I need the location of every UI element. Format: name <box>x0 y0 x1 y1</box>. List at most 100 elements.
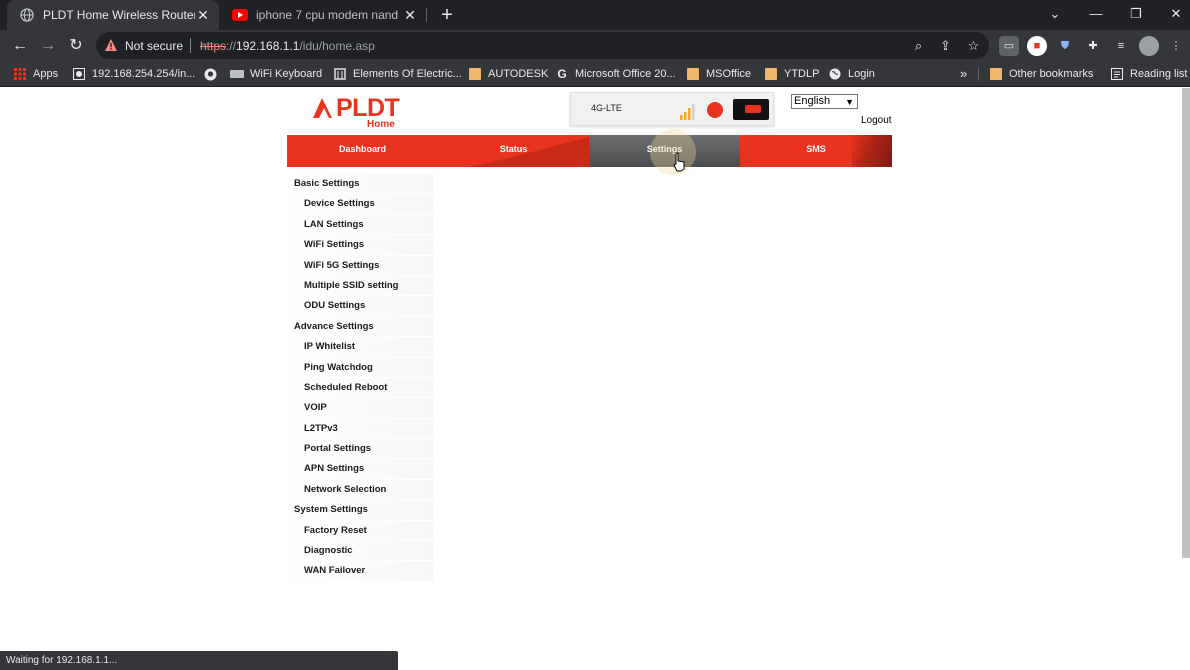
sidebar-heading-basic-settings[interactable]: Basic Settings <box>287 174 433 195</box>
minimize-icon[interactable]: — <box>1082 4 1110 24</box>
keyboard-icon <box>230 67 244 81</box>
browser-window: PLDT Home Wireless Router ✕ iphone 7 cpu… <box>0 0 1190 670</box>
menu-kebab-icon[interactable]: ⋮ <box>1166 36 1186 56</box>
folder-icon <box>989 67 1003 81</box>
bookmark-elements-of-electric[interactable]: Elements Of Electric... <box>333 66 462 82</box>
reading-list[interactable]: Reading list <box>1110 66 1187 82</box>
sidebar-item-multiple-ssid[interactable]: Multiple SSID setting <box>287 275 433 297</box>
sidebar-heading-advance-settings[interactable]: Advance Settings <box>287 316 433 338</box>
sidebar-item-voip[interactable]: VOIP <box>287 398 433 419</box>
sidebar-item-odu-settings[interactable]: ODU Settings <box>287 296 433 317</box>
sidebar-item-wifi-5g-settings[interactable]: WiFi 5G Settings <box>287 255 433 276</box>
pldt-service-icon <box>707 102 723 118</box>
tab-separator <box>426 8 427 22</box>
sidebar-item-factory-reset[interactable]: Factory Reset <box>287 520 433 542</box>
sidebar-item-portal-settings[interactable]: Portal Settings <box>287 439 433 460</box>
sidebar-item-ip-whitelist[interactable]: IP Whitelist <box>287 337 433 358</box>
chevron-down-icon: ▼ <box>845 97 854 107</box>
reload-icon[interactable]: ↻ <box>65 35 87 57</box>
close-window-icon[interactable]: ✕ <box>1162 4 1190 24</box>
address-bar[interactable]: Not secure https://192.168.1.1/idu/home.… <box>96 32 989 59</box>
sidebar-item-l2tpv3[interactable]: L2TPv3 <box>287 418 433 440</box>
new-tab-icon[interactable]: + <box>437 5 457 25</box>
bookmark-microsoft-office[interactable]: G Microsoft Office 20... <box>555 66 675 82</box>
bookmark-github[interactable] <box>203 66 223 82</box>
sidebar-item-diagnostic[interactable]: Diagnostic <box>287 541 433 562</box>
share-icon[interactable]: ⇪ <box>937 37 954 54</box>
tab-pldt-router[interactable]: PLDT Home Wireless Router ✕ <box>7 0 219 30</box>
profile-avatar[interactable] <box>1139 36 1159 56</box>
router-page: PLDT Home 4G-LTE English ▼ Logout Dashbo… <box>0 88 1190 670</box>
bookmark-label: AUTODESK <box>488 68 549 80</box>
media-control-icon[interactable]: ≡ <box>1111 36 1131 56</box>
bookmark-wifi-keyboard[interactable]: WiFi Keyboard <box>230 66 322 82</box>
bookmark-login[interactable]: Login <box>828 66 875 82</box>
tab-title: iphone 7 cpu modem nand rebal <box>256 8 402 22</box>
page-icon <box>72 67 86 81</box>
bookmark-label: Login <box>848 68 875 80</box>
zoom-icon[interactable]: ⌕ <box>910 37 927 54</box>
sidebar-item-ping-watchdog[interactable]: Ping Watchdog <box>287 357 433 378</box>
bookmark-label: Other bookmarks <box>1009 68 1094 80</box>
not-secure-label[interactable]: Not secure <box>125 39 183 53</box>
sidebar-item-device-settings[interactable]: Device Settings <box>287 194 433 215</box>
url-scheme: https <box>200 39 227 53</box>
pldt-home-logo: PLDT Home <box>310 92 410 130</box>
tab-title: PLDT Home Wireless Router <box>43 8 195 22</box>
page-scrollbar[interactable] <box>1182 88 1190 558</box>
building-icon <box>333 67 347 81</box>
extensions-puzzle-icon[interactable]: ✚ <box>1083 36 1103 56</box>
bookmark-label: Reading list <box>1130 68 1188 80</box>
network-type: 4G-LTE <box>591 103 622 113</box>
bookmark-router-ip[interactable]: 192.168.254.254/in... <box>72 66 195 82</box>
github-icon <box>203 67 217 81</box>
nav-sms[interactable]: SMS <box>740 135 892 167</box>
sidebar-heading-system-settings[interactable]: System Settings <box>287 500 433 521</box>
sidebar-item-lan-settings[interactable]: LAN Settings <box>287 214 433 236</box>
bookmark-autodesk[interactable]: AUTODESK <box>468 66 548 82</box>
bookmark-apps[interactable]: Apps <box>13 66 58 82</box>
tab-search-icon[interactable]: ⌄ <box>1041 4 1069 24</box>
bookmark-label: MSOffice <box>706 68 752 80</box>
bookmark-ytdlp[interactable]: YTDLP <box>764 66 819 82</box>
bookmarks-bar: Apps 192.168.254.254/in... WiFi Keyboard… <box>0 61 1190 87</box>
back-icon[interactable]: ← <box>9 35 31 57</box>
close-tab-icon[interactable]: ✕ <box>402 7 418 23</box>
browser-status-bar: Waiting for 192.168.1.1... <box>0 651 398 670</box>
folder-icon <box>764 67 778 81</box>
close-tab-icon[interactable]: ✕ <box>195 7 211 23</box>
sidebar-item-apn-settings[interactable]: APN Settings <box>287 459 433 480</box>
sidebar-item-network-selection[interactable]: Network Selection <box>287 479 433 501</box>
settings-sidebar: Basic Settings Device Settings LAN Setti… <box>287 174 433 582</box>
url-text[interactable]: https://192.168.1.1/idu/home.asp <box>200 39 375 53</box>
bookmark-msoffice[interactable]: MSOffice <box>686 66 751 82</box>
extension-shield-icon[interactable]: ⛊ <box>1055 36 1075 56</box>
extension-screen-icon[interactable]: ▭ <box>999 36 1019 56</box>
main-nav: Dashboard Status Settings SMS <box>287 135 892 167</box>
forward-icon[interactable]: → <box>37 35 59 57</box>
sidebar-item-wan-failover[interactable]: WAN Failover <box>287 561 433 582</box>
url-separator: :// <box>226 39 237 53</box>
extension-record-icon[interactable]: ■ <box>1027 36 1047 56</box>
more-bookmarks-icon[interactable]: » <box>960 66 967 81</box>
bookmark-star-icon[interactable]: ☆ <box>965 37 982 54</box>
youtube-icon <box>232 7 248 23</box>
language-select[interactable]: English ▼ <box>791 94 858 109</box>
bookmark-label: Elements Of Electric... <box>353 68 462 80</box>
nav-dashboard[interactable]: Dashboard <box>287 135 438 167</box>
logout-link[interactable]: Logout <box>861 115 892 126</box>
folder-icon <box>686 67 700 81</box>
sidebar-item-scheduled-reboot[interactable]: Scheduled Reboot <box>287 377 433 399</box>
globe-icon <box>828 67 842 81</box>
connection-status-panel: 4G-LTE <box>570 92 774 126</box>
omnibox-divider <box>190 38 191 53</box>
hand-cursor-icon <box>673 152 685 172</box>
sidebar-item-wifi-settings[interactable]: WiFi Settings <box>287 235 433 256</box>
language-selected: English <box>794 95 831 107</box>
nav-status[interactable]: Status <box>438 135 589 167</box>
bookmark-label: Apps <box>33 68 59 80</box>
restore-icon[interactable]: ❐ <box>1122 4 1150 24</box>
bookmark-other[interactable]: Other bookmarks <box>989 66 1093 82</box>
tab-youtube[interactable]: iphone 7 cpu modem nand rebal ✕ <box>220 0 426 30</box>
pldt-flame-icon <box>313 98 332 118</box>
